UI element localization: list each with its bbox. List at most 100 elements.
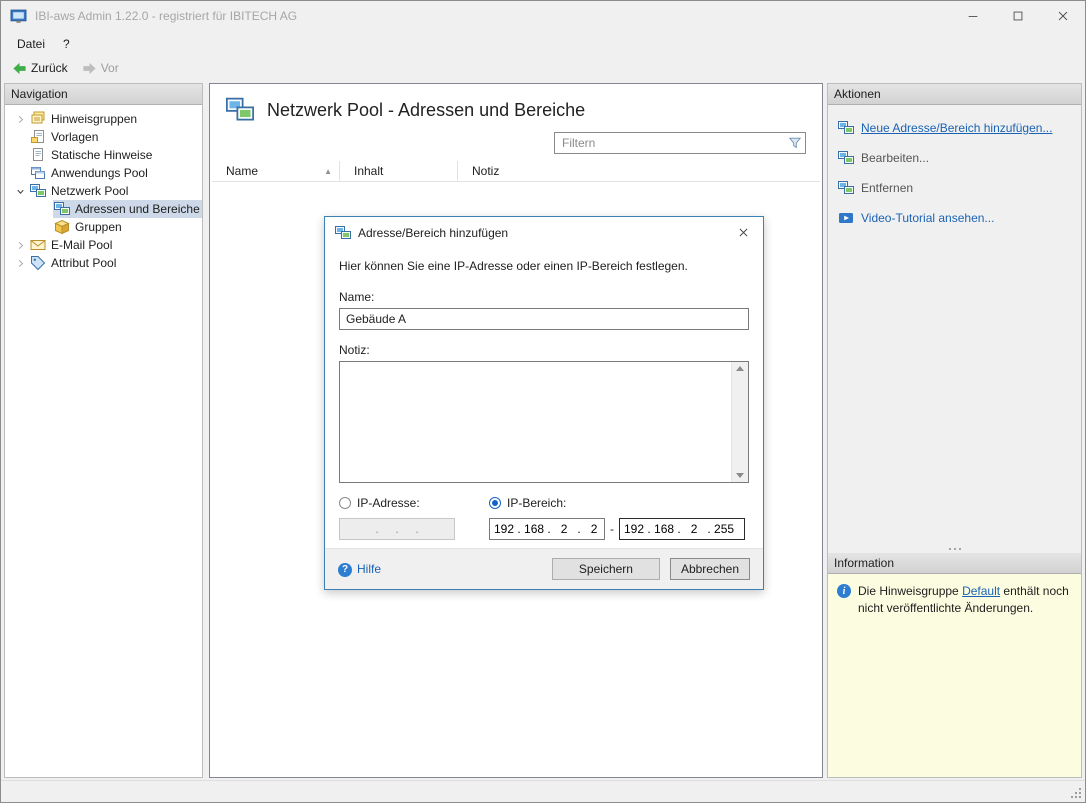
menu-item-help[interactable]: ? [54, 34, 79, 54]
info-icon [837, 584, 851, 598]
twisty-spacer [11, 165, 29, 181]
sort-ascending-icon: ▲ [324, 167, 332, 176]
column-header-name[interactable]: Name ▲ [212, 161, 340, 181]
ip-address-radio[interactable] [339, 497, 351, 509]
tree-item-anwendungs-pool[interactable]: Anwendungs Pool [5, 164, 202, 182]
filter-funnel-icon[interactable] [785, 136, 805, 150]
note-textarea[interactable] [339, 361, 749, 483]
tree-item-label: Hinweisgruppen [51, 112, 137, 126]
tree-item-attribut-pool[interactable]: Attribut Pool [5, 254, 202, 272]
tree-item-email-pool[interactable]: E-Mail Pool [5, 236, 202, 254]
action-label: Entfernen [861, 181, 913, 195]
action-remove[interactable]: Entfernen [838, 180, 1071, 196]
ip-range-separator: - [610, 522, 614, 536]
ip-range-from-input[interactable] [489, 518, 605, 540]
dialog-title-bar: Adresse/Bereich hinzufügen [325, 217, 763, 248]
action-add-address[interactable]: Neue Adresse/Bereich hinzufügen... [838, 120, 1071, 136]
twisty-spacer [11, 219, 29, 235]
title-bar: IBI-aws Admin 1.22.0 - registriert für I… [1, 1, 1085, 31]
attribute-pool-icon [30, 255, 46, 271]
column-label: Notiz [472, 164, 499, 178]
scroll-up-icon[interactable] [736, 366, 744, 371]
app-icon [10, 8, 27, 25]
default-group-link[interactable]: Default [962, 584, 1000, 598]
chevron-right-icon[interactable] [11, 255, 29, 271]
filter-input[interactable] [555, 136, 785, 150]
action-label: Neue Adresse/Bereich hinzufügen... [861, 121, 1052, 135]
application-pool-icon [30, 165, 46, 181]
tree-item-vorlagen[interactable]: Vorlagen [5, 128, 202, 146]
navigation-panel: Navigation Hinweisgruppen Vorlagen [4, 83, 203, 778]
add-address-icon [838, 120, 854, 136]
minimize-icon [966, 9, 980, 23]
information-text: Die Hinweisgruppe Default enthält noch n… [858, 583, 1072, 617]
help-link[interactable]: Hilfe [338, 562, 542, 577]
name-input[interactable] [339, 308, 749, 330]
ip-range-to-input[interactable] [619, 518, 745, 540]
action-label: Bearbeiten... [861, 151, 929, 165]
maximize-button[interactable] [995, 1, 1040, 31]
close-button[interactable] [1040, 1, 1085, 31]
close-icon [737, 226, 750, 239]
minimize-button[interactable] [950, 1, 995, 31]
tree-item-statische-hinweise[interactable]: Statische Hinweise [5, 146, 202, 164]
ip-range-radio[interactable] [489, 497, 501, 509]
twisty-spacer [11, 147, 29, 163]
dialog-description: Hier können Sie eine IP-Adresse oder ein… [339, 259, 749, 273]
chevron-down-icon[interactable] [11, 183, 29, 199]
forward-label: Vor [101, 61, 119, 75]
remove-icon [838, 180, 854, 196]
actions-list: Neue Adresse/Bereich hinzufügen... Bearb… [828, 105, 1081, 544]
tree-item-netzwerk-pool[interactable]: Netzwerk Pool [5, 182, 202, 200]
filter-box [554, 132, 806, 154]
ip-inputs-row: - [339, 518, 749, 540]
dialog-network-icon [335, 225, 351, 241]
menu-item-datei[interactable]: Datei [8, 34, 54, 54]
tree-item-label: Adressen und Bereiche [75, 202, 200, 216]
ip-mode-radios: IP-Adresse: IP-Bereich: [339, 496, 749, 510]
column-header-notiz[interactable]: Notiz [458, 161, 820, 181]
cancel-button[interactable]: Abbrechen [670, 558, 750, 580]
ip-range-radio-group[interactable]: IP-Bereich: [489, 496, 566, 510]
help-label: Hilfe [357, 562, 381, 576]
column-label: Name [226, 164, 258, 178]
column-header-inhalt[interactable]: Inhalt [340, 161, 458, 181]
dialog-close-button[interactable] [723, 217, 763, 248]
tree-item-adressen-und-bereiche[interactable]: Adressen und Bereiche [5, 200, 202, 218]
groups-icon [54, 219, 70, 235]
action-edit[interactable]: Bearbeiten... [838, 150, 1071, 166]
chevron-right-icon[interactable] [11, 237, 29, 253]
network-pool-icon [226, 96, 254, 124]
information-header: Information [828, 553, 1081, 574]
actions-panel: Aktionen Neue Adresse/Bereich hinzufügen… [827, 83, 1082, 778]
tree-item-label: Anwendungs Pool [51, 166, 148, 180]
tree-item-label: E-Mail Pool [51, 238, 112, 252]
tree-item-hinweisgruppen[interactable]: Hinweisgruppen [5, 110, 202, 128]
info-text-before: Die Hinweisgruppe [858, 584, 962, 598]
dialog-body: Hier können Sie eine IP-Adresse oder ein… [325, 248, 763, 548]
column-label: Inhalt [354, 164, 383, 178]
save-button[interactable]: Speichern [552, 558, 660, 580]
close-icon [1056, 9, 1070, 23]
email-pool-icon [30, 237, 46, 253]
chevron-right-icon[interactable] [11, 111, 29, 127]
ip-address-radio-group[interactable]: IP-Adresse: [339, 496, 489, 510]
tree-item-gruppen[interactable]: Gruppen [5, 218, 202, 236]
back-arrow-icon [12, 61, 27, 76]
scroll-down-icon[interactable] [736, 473, 744, 478]
window-title: IBI-aws Admin 1.22.0 - registriert für I… [35, 9, 950, 23]
information-box: Die Hinweisgruppe Default enthält noch n… [828, 574, 1081, 777]
dialog-title: Adresse/Bereich hinzufügen [358, 226, 716, 240]
ip-single-column [339, 518, 489, 540]
note-scrollbar[interactable] [731, 362, 748, 482]
panel-splitter[interactable] [828, 544, 1081, 553]
name-label: Name: [339, 290, 749, 304]
action-video-tutorial[interactable]: Video-Tutorial ansehen... [838, 210, 1071, 226]
tree-item-label: Attribut Pool [51, 256, 116, 270]
network-pool-icon [30, 183, 46, 199]
forward-button[interactable]: Vor [76, 59, 125, 78]
resize-grip-icon[interactable] [1069, 786, 1081, 798]
note-content [345, 365, 728, 479]
back-button[interactable]: Zurück [6, 59, 74, 78]
hint-groups-icon [30, 111, 46, 127]
